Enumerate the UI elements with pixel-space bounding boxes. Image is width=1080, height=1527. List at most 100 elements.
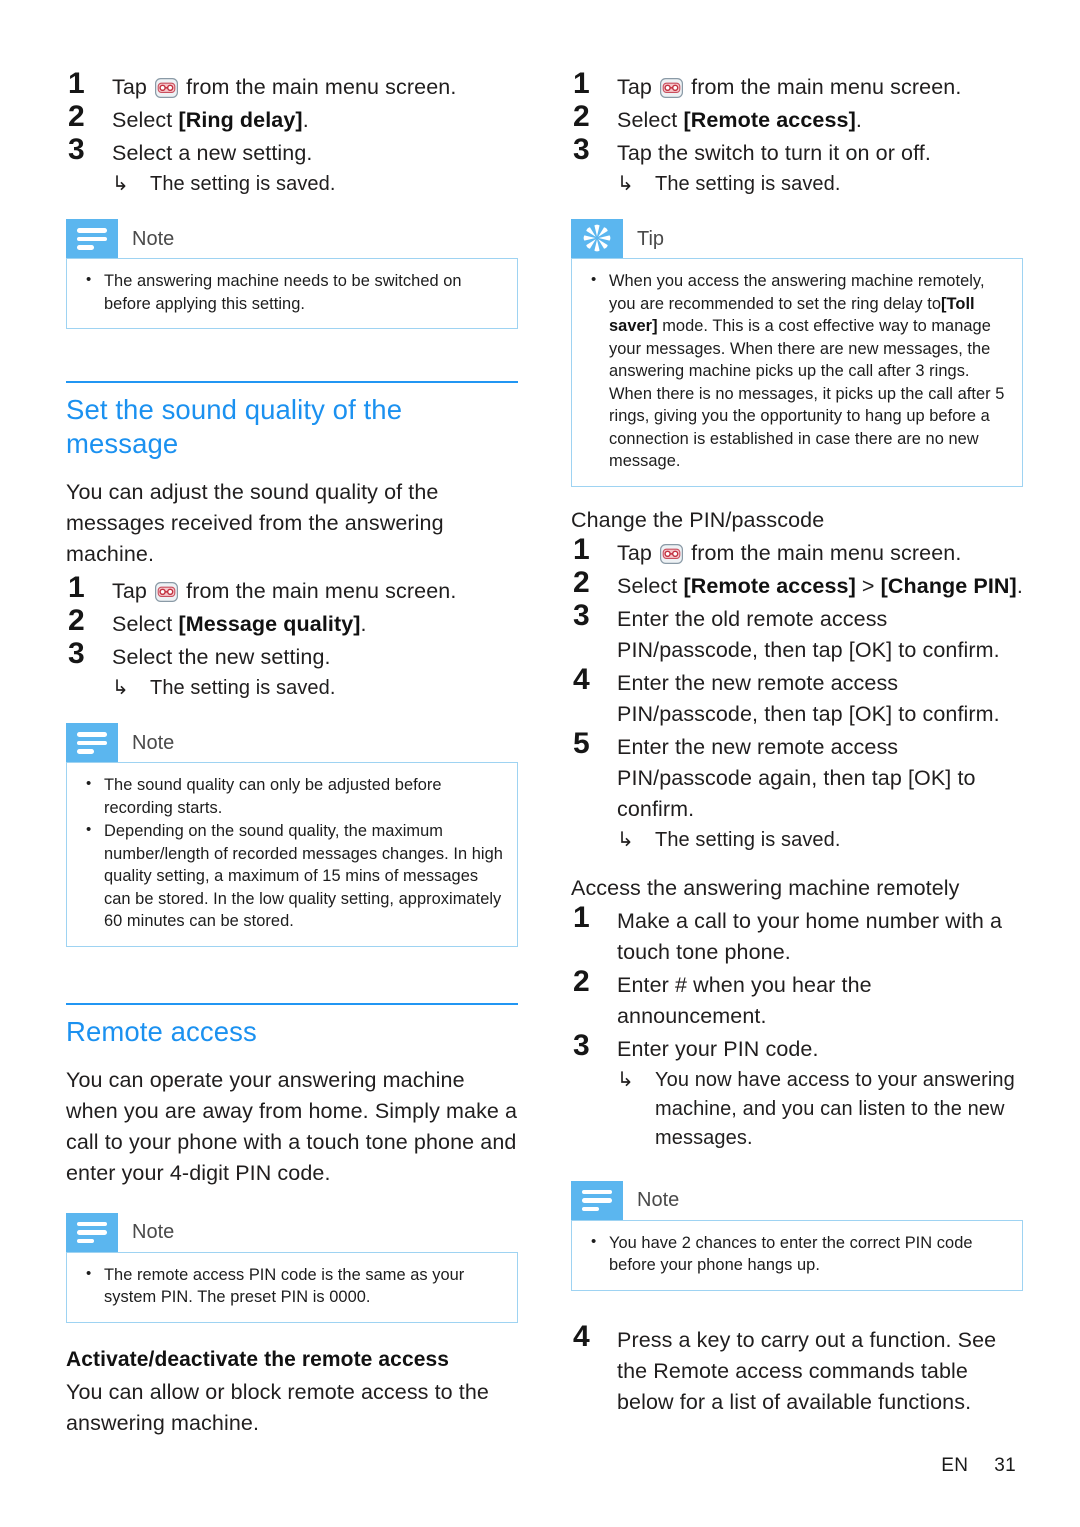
step-text-pre: Tap the switch to turn it on or off.: [617, 141, 931, 165]
ok-button-label: [OK]: [848, 637, 893, 662]
step-number: 4: [573, 662, 590, 696]
step-number: 1: [573, 532, 590, 566]
arrow-icon: ↳: [617, 173, 634, 195]
step-item: 1 Tap from the main menu screen.: [66, 572, 518, 607]
callout-title: Note: [132, 1221, 175, 1243]
manual-page: 1 Tap from the main menu screen. 2 Selec…: [0, 0, 1080, 1527]
step-text: Tap from the main menu screen.: [617, 72, 1023, 103]
sound-quality-steps: 1 Tap from the main menu screen. 2 Selec…: [66, 572, 518, 703]
answering-machine-icon: [660, 76, 684, 98]
subsection-intro: You can allow or block remote access to …: [66, 1379, 489, 1435]
step-text: Select [Ring delay].: [112, 105, 518, 136]
step-text-mid: >: [855, 573, 881, 598]
callout-list-item: The sound quality can only be adjusted b…: [81, 773, 503, 819]
step-text-pre: Tap: [617, 540, 659, 565]
step-text: Tap from the main menu screen.: [112, 72, 518, 103]
step-result-text: The setting is saved.: [150, 173, 336, 195]
step-result: ↳ The setting is saved.: [617, 170, 1023, 199]
step-text: Tap from the main menu screen.: [112, 576, 518, 607]
arrow-icon: ↳: [617, 828, 634, 851]
step-text-post: from the main menu screen.: [685, 75, 962, 99]
callout-header: Note: [66, 1212, 518, 1252]
step-item: 3 Enter the old remote access PIN/passco…: [571, 600, 1023, 666]
note-callout: Note The answering machine needs to be s…: [66, 219, 518, 329]
callout-header: Note: [66, 723, 518, 762]
step-text-pre: Tap: [112, 579, 154, 603]
step-item: 3 Select a new setting. ↳ The setting is …: [66, 134, 518, 199]
callout-body: The remote access PIN code is the same a…: [66, 1251, 518, 1323]
step-number: 3: [68, 133, 85, 166]
step-item: 1 Tap from the main menu screen.: [571, 68, 1023, 103]
step-item: 4 Enter the new remote access PIN/passco…: [571, 664, 1023, 730]
step-item: 2 Select [Ring delay].: [66, 101, 518, 136]
tip-text-post: mode. This is a cost effective way to ma…: [609, 317, 1005, 470]
step-text-pre: Enter your PIN code.: [617, 1036, 819, 1061]
callout-list: The answering machine needs to be switch…: [81, 269, 503, 315]
step-text-pre: Select: [617, 108, 684, 132]
step-text-post: .: [360, 612, 367, 636]
callout-list-item: Depending on the sound quality, the maxi…: [81, 819, 503, 933]
callout-title: Note: [132, 731, 175, 754]
step-text-pre: Select a new setting.: [112, 141, 313, 165]
page-title: Set the sound quality of the message: [66, 394, 403, 459]
menu-item-change-pin: [Change PIN]: [880, 573, 1017, 598]
callout-list-item: The remote access PIN code is the same a…: [81, 1263, 503, 1309]
answering-machine-icon: [155, 76, 179, 98]
step-result: ↳ The setting is saved.: [617, 826, 1023, 855]
step-text-post: from the main menu screen.: [685, 540, 962, 565]
step-text-pre: Enter the new remote access PIN/passcode…: [617, 734, 908, 790]
menu-item-remote-access: [Remote access]: [683, 108, 856, 132]
step-number: 2: [573, 964, 590, 998]
step-number: 5: [573, 726, 590, 760]
note-bars-glyph: [77, 732, 107, 754]
step-number: 2: [573, 565, 590, 599]
step-result: ↳ You now have access to your answering m…: [617, 1066, 1023, 1153]
page-number: 31: [994, 1455, 1016, 1476]
note-lines-icon: [66, 219, 118, 258]
page-footer: EN 31: [941, 1455, 1016, 1477]
callout-list: When you access the answering machine re…: [586, 269, 1008, 473]
answering-machine-icon: [660, 542, 684, 564]
step-text: Enter the new remote access PIN/passcode…: [617, 732, 1023, 855]
step-item: 3 Enter your PIN code. ↳ You now have acc…: [571, 1030, 1023, 1153]
section-divider: [66, 1002, 518, 1005]
callout-list: You have 2 chances to enter the correct …: [586, 1231, 1008, 1277]
step-text: Enter the old remote access PIN/passcode…: [617, 604, 1023, 666]
step-number: 1: [68, 571, 85, 604]
step-item: 2 Select [Message quality].: [66, 605, 518, 640]
callout-header: Note: [66, 219, 518, 258]
step-text: Select [Remote access] > [Change PIN].: [617, 571, 1023, 602]
step-text: Make a call to your home number with a t…: [617, 908, 1003, 964]
step-text: Tap the switch to turn it on or off. ↳ Th…: [617, 138, 1023, 199]
callout-body: When you access the answering machine re…: [571, 258, 1023, 487]
ok-button-label: [OK]: [848, 701, 893, 726]
step-number: 3: [573, 1028, 590, 1062]
step-number: 2: [68, 100, 85, 133]
step-item: 3 Select the new setting. ↳ The setting i…: [66, 638, 518, 703]
callout-body: You have 2 chances to enter the correct …: [571, 1219, 1023, 1291]
step-result: ↳ The setting is saved.: [112, 170, 518, 199]
step-item: 5 Enter the new remote access PIN/passco…: [571, 728, 1023, 855]
step-text: Select [Message quality].: [112, 609, 518, 640]
step-text: Press a key to carry out a function. See…: [617, 1327, 997, 1414]
note-bars-glyph: [77, 1221, 107, 1244]
step-text-post: .: [1016, 573, 1023, 598]
callout-title: Note: [637, 1189, 680, 1211]
step-text: Tap from the main menu screen.: [617, 538, 1023, 569]
right-column: 1 Tap from the main menu screen. 2 Selec…: [571, 68, 1023, 1420]
step-text-pre: Tap: [112, 75, 154, 99]
step-number: 4: [573, 1319, 590, 1353]
step-text: Enter your PIN code. ↳ You now have acces…: [617, 1034, 1023, 1153]
step-text-post: from the main menu screen.: [180, 75, 457, 99]
callout-list-item: The answering machine needs to be switch…: [81, 269, 503, 315]
callout-list-item: You have 2 chances to enter the correct …: [586, 1231, 1008, 1277]
note-callout: Note The sound quality can only be adjus…: [66, 723, 518, 947]
note-callout: Note The remote access PIN code is the s…: [66, 1212, 518, 1323]
step-item: 2 Select [Remote access] > [Change PIN].: [571, 567, 1023, 602]
menu-item-ring-delay: [Ring delay]: [178, 108, 303, 132]
final-step-list: 4 Press a key to carry out a function. S…: [571, 1321, 1023, 1418]
callout-list-item: When you access the answering machine re…: [586, 269, 1008, 473]
step-number: 1: [573, 67, 590, 100]
note-bars-glyph: [77, 228, 107, 250]
step-text-post: .: [855, 108, 862, 132]
